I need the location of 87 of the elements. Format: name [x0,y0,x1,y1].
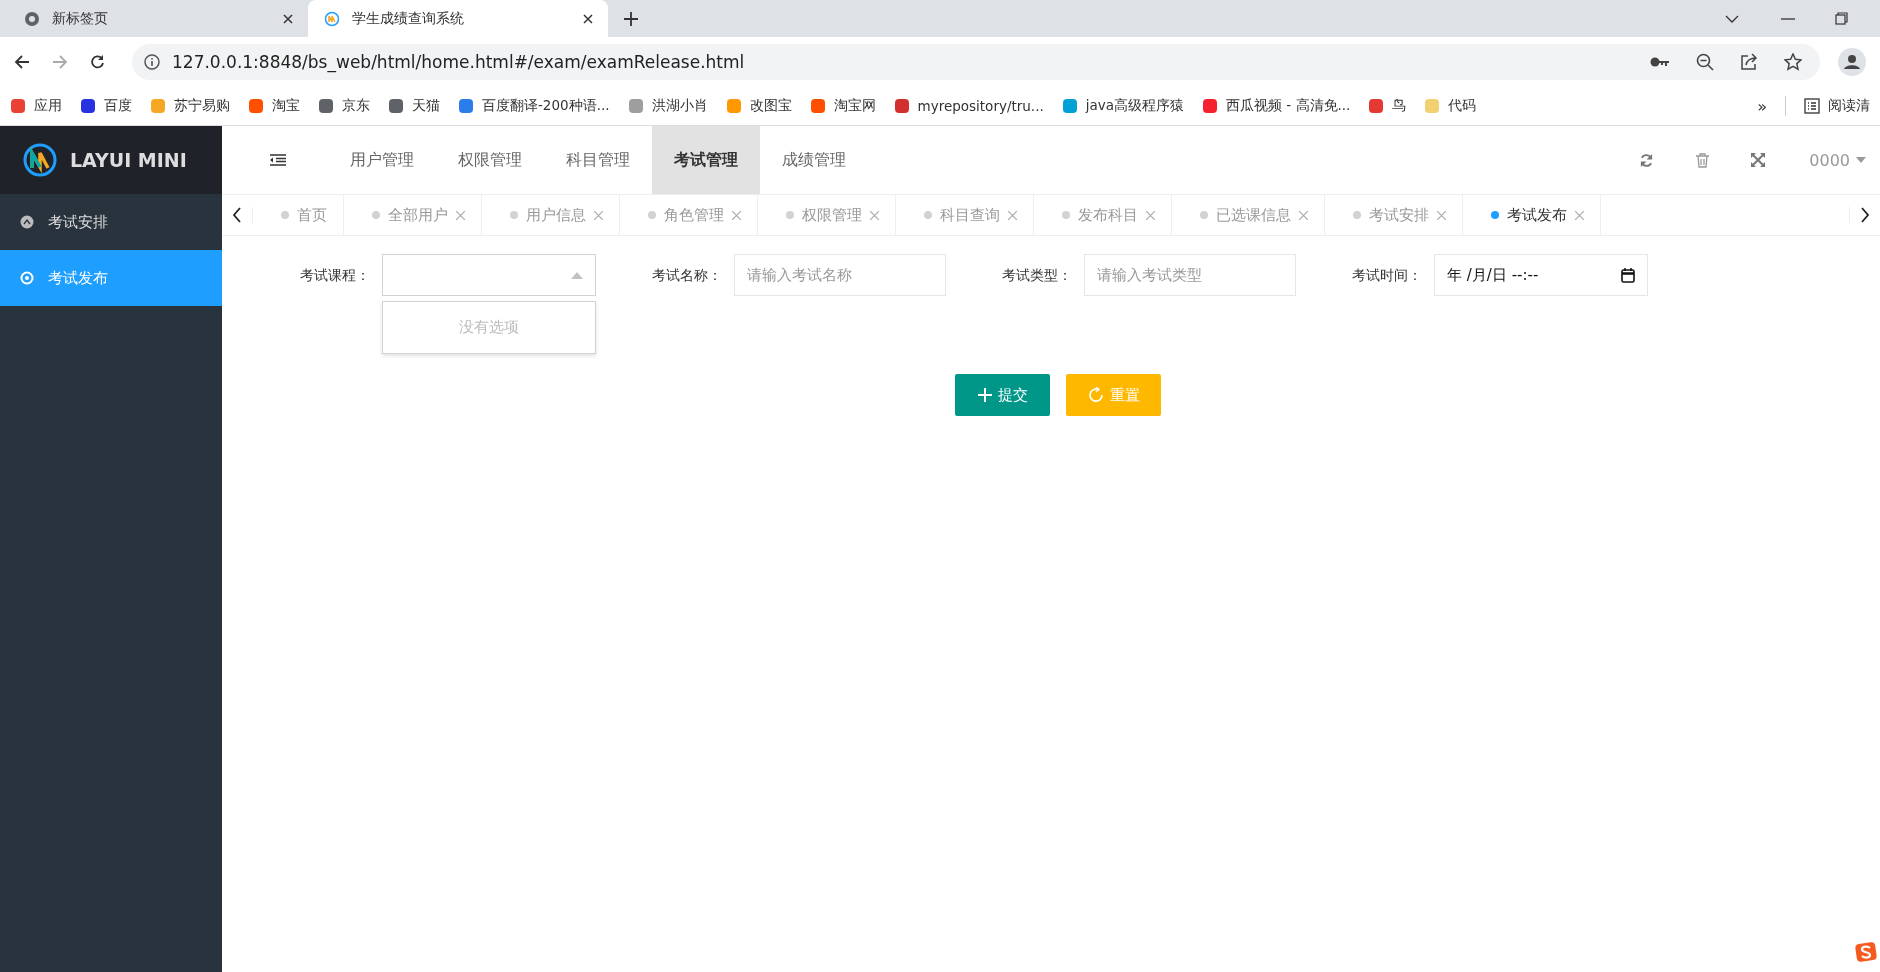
bookmark-icon [318,98,334,114]
menu-icon[interactable] [270,154,286,166]
datetime-input[interactable]: 年 /月/日 --:-- [1434,254,1648,296]
bookmark-icon [1424,98,1441,114]
bookmark[interactable]: 淘宝网 [809,97,876,115]
bookmark-icon [10,98,26,114]
ime-icon[interactable] [1854,940,1878,964]
browser-tab[interactable]: 新标签页 [8,0,308,37]
address-bar[interactable]: 127.0.0.1:8848/bs_web/html/home.html#/exam/examRelease.html [132,44,1820,80]
back-icon[interactable] [14,54,30,70]
info-icon [144,54,160,70]
tab-title: 学生成绩查询系统 [352,9,465,28]
field-label: 考试类型： [1001,266,1073,285]
top-menu-item[interactable]: 科目管理 [544,126,652,194]
top-menu-item[interactable]: 用户管理 [328,126,436,194]
bookmark-icon [725,98,742,114]
bookmark[interactable]: 淘宝 [248,97,300,115]
minimize-icon[interactable] [1781,17,1795,20]
refresh-icon[interactable] [1639,152,1655,168]
globe-icon [24,10,40,27]
bookmark-icon [1368,98,1385,114]
share-icon[interactable] [1740,53,1758,71]
bookmark[interactable]: 苏宁易购 [150,97,230,115]
bookmark[interactable]: 京东 [318,97,370,115]
bookmark-icon [458,98,474,114]
bookmark-icon [80,98,96,114]
bookmark[interactable]: myrepository/tru... [893,98,1044,114]
bookmark-icon [150,98,166,114]
bookmark-icon [809,98,826,114]
reading-list-button[interactable]: 阅读清 [1804,97,1870,115]
top-menu-item[interactable]: 考试管理 [652,126,760,194]
bookmark[interactable]: 天猫 [388,97,440,115]
caret-up-icon [571,271,583,279]
trash-icon[interactable] [1696,152,1710,168]
bookmark[interactable]: 百度 [80,97,132,115]
bookmark[interactable]: 西瓜视频 - 高清免... [1202,97,1351,115]
logo-icon [22,142,58,178]
bookmark[interactable]: 代码 [1424,97,1477,115]
sidebar-item[interactable]: 考试安排 [0,194,222,250]
refresh-icon [1087,387,1104,403]
submit-button[interactable]: 提交 [955,374,1050,416]
forward-icon[interactable] [52,54,68,70]
target-icon [20,271,34,285]
bookmark[interactable]: java高级程序猿 [1061,97,1185,115]
field-label: 考试课程： [299,266,371,285]
list-icon [1804,98,1820,114]
new-tab-icon[interactable] [624,11,638,26]
tab-title: 新标签页 [52,9,109,28]
url-text: 127.0.0.1:8848/bs_web/html/home.html#/exam/examRelease.html [172,52,745,72]
text-input[interactable]: 请输入考试名称 [734,254,946,296]
top-menu-item[interactable]: 成绩管理 [760,126,868,194]
fullscreen-icon[interactable] [1751,153,1766,167]
bookmark-icon [248,98,264,114]
bookmark[interactable]: 改图宝 [725,97,792,115]
more-bookmarks-button[interactable]: » [1757,96,1767,116]
close-icon[interactable] [282,12,294,25]
reload-icon[interactable] [90,54,106,70]
profile-icon[interactable] [1838,48,1866,76]
bookmark[interactable]: 应用 [10,97,62,115]
empty-option-text: 没有选项 [459,318,519,337]
bookmark[interactable]: 百度翻译-200种语... [458,97,610,115]
restore-icon[interactable] [1835,12,1848,25]
browser-tab[interactable]: 学生成绩查询系统 [308,0,608,37]
chevron-down-icon[interactable] [1725,14,1739,23]
bookmark-icon [893,98,910,114]
bookmark-icon [1202,98,1219,114]
page-tab[interactable]: 考试发布 [1463,195,1601,235]
text-input[interactable]: 请输入考试类型 [1084,254,1296,296]
bookmark-icon [1061,98,1078,114]
field-label: 考试名称： [651,266,723,285]
select-field[interactable] [382,254,596,296]
caret-down-icon [1856,157,1866,163]
bookmark[interactable]: 洪湖小肖 [627,97,708,115]
bookmark[interactable]: 鸟 [1368,97,1407,115]
close-icon[interactable] [582,12,594,25]
plus-icon [977,388,992,402]
zoom-out-icon[interactable] [1696,53,1714,71]
top-menu-item[interactable]: 权限管理 [436,126,544,194]
bookmark-icon [388,98,404,114]
bookmark-icon [627,98,644,114]
calendar-icon [1621,267,1635,283]
field-label: 考试时间： [1351,266,1423,285]
logo-icon [324,10,340,27]
caret-up-icon [20,215,34,229]
star-icon[interactable] [1784,53,1802,71]
key-icon[interactable] [1650,56,1670,68]
logo-text: LAYUI MINI [70,149,187,171]
